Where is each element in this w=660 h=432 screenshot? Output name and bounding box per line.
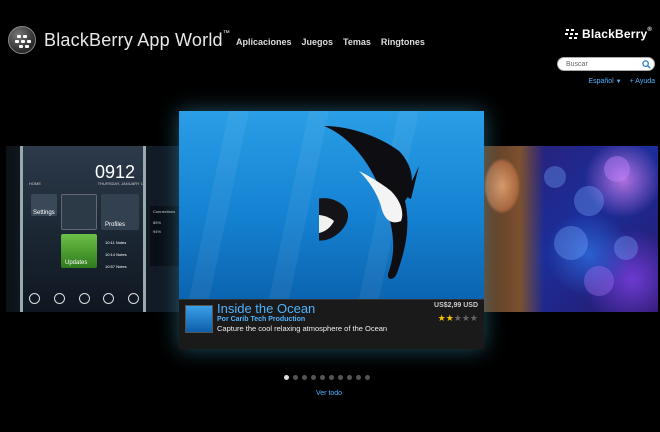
connections-label: Connections <box>153 209 176 214</box>
carousel-pagination <box>284 375 370 380</box>
note-row: 10:14 Notes <box>105 252 127 257</box>
bokeh-bubble <box>574 186 604 216</box>
chevron-down-icon: ▼ <box>615 79 622 85</box>
star-icon: ★ <box>445 313 454 323</box>
help-link[interactable]: + Ayuda <box>630 78 655 85</box>
carousel-dot[interactable] <box>311 375 316 380</box>
profiles-label: Profiles <box>105 222 126 228</box>
bokeh-bubble <box>544 166 566 188</box>
item-author: Por Carib Tech Production <box>217 316 306 323</box>
brand-text: BlackBerry® <box>582 27 652 41</box>
carousel-dot[interactable] <box>320 375 325 380</box>
search-box <box>557 57 655 71</box>
child-photo <box>484 146 544 312</box>
blackberry-logo-icon <box>8 26 36 54</box>
search-input[interactable] <box>566 59 640 70</box>
bokeh-bubble <box>604 156 630 182</box>
phone-date: HOME THURSDAY, JANUARY 1 <box>29 181 143 186</box>
carousel-dot[interactable] <box>365 375 370 380</box>
blackberry-dots-icon <box>565 29 579 39</box>
carousel-dot[interactable] <box>338 375 343 380</box>
utility-links: Español ▼ + Ayuda <box>588 78 655 85</box>
star-icon: ★ <box>461 313 470 323</box>
clock-tile-icon <box>61 194 97 230</box>
search-icon[interactable] <box>642 60 651 69</box>
browser-icon <box>103 293 115 304</box>
bokeh-bubble <box>614 236 638 260</box>
app-world-logo[interactable]: BlackBerry App World™ <box>8 26 230 54</box>
blackberry-brand[interactable]: BlackBerry® <box>565 27 652 41</box>
connections-panel: Connections 85% 94% <box>150 206 180 266</box>
view-all-link[interactable]: Ver todo <box>316 390 342 397</box>
apps-icon <box>78 293 90 304</box>
connection-value: 94% <box>153 229 162 234</box>
featured-image <box>179 111 484 299</box>
connection-value: 85% <box>153 220 162 225</box>
carousel-dot[interactable] <box>284 375 289 380</box>
featured-info: Inside the Ocean Por Carib Tech Producti… <box>179 299 484 349</box>
app-title: BlackBerry App World™ <box>44 29 230 50</box>
item-title[interactable]: Inside the Ocean <box>217 301 315 316</box>
featured-card[interactable]: Inside the Ocean Por Carib Tech Producti… <box>179 111 484 349</box>
note-row: 10:57 Notes <box>105 264 127 269</box>
carousel-dot[interactable] <box>347 375 352 380</box>
phone-screenshot: 0912 HOME THURSDAY, JANUARY 1 Settings Pr… <box>20 146 146 312</box>
phone-dock <box>29 293 139 304</box>
rating-stars: ★★★★★ <box>438 313 478 324</box>
item-price: US$2,99 USD <box>434 302 478 309</box>
settings-label: Settings <box>33 210 55 216</box>
star-icon: ★ <box>437 313 446 323</box>
bokeh-bubble <box>584 266 614 296</box>
carousel-dot[interactable] <box>356 375 361 380</box>
nav-aplicaciones[interactable]: Aplicaciones <box>236 37 292 47</box>
item-description: Capture the cool relaxing atmosphere of … <box>217 324 388 333</box>
nav-temas[interactable]: Temas <box>343 37 371 47</box>
carousel-card-prev[interactable]: 0912 HOME THURSDAY, JANUARY 1 Settings Pr… <box>6 146 180 312</box>
note-row: 10:11 Notes <box>105 240 127 245</box>
nav-juegos[interactable]: Juegos <box>302 37 334 47</box>
updates-label: Updates <box>65 260 88 266</box>
carousel-dot[interactable] <box>302 375 307 380</box>
play-icon <box>29 293 40 304</box>
nav-ringtones[interactable]: Ringtones <box>381 37 425 47</box>
star-icon <box>128 293 139 304</box>
star-icon: ★ <box>469 313 478 323</box>
app-thumbnail <box>185 305 213 333</box>
orca-illustration <box>319 126 419 279</box>
language-selector[interactable]: Español ▼ <box>588 78 621 85</box>
carousel-card-next[interactable] <box>484 146 658 312</box>
phone-icon <box>53 293 65 304</box>
phone-clock: 0912 <box>94 162 135 182</box>
carousel-dot[interactable] <box>329 375 334 380</box>
carousel-dot[interactable] <box>293 375 298 380</box>
star-icon: ★ <box>453 313 462 323</box>
bokeh-bubble <box>554 226 588 260</box>
main-nav: Aplicaciones Juegos Temas Ringtones <box>236 37 425 47</box>
